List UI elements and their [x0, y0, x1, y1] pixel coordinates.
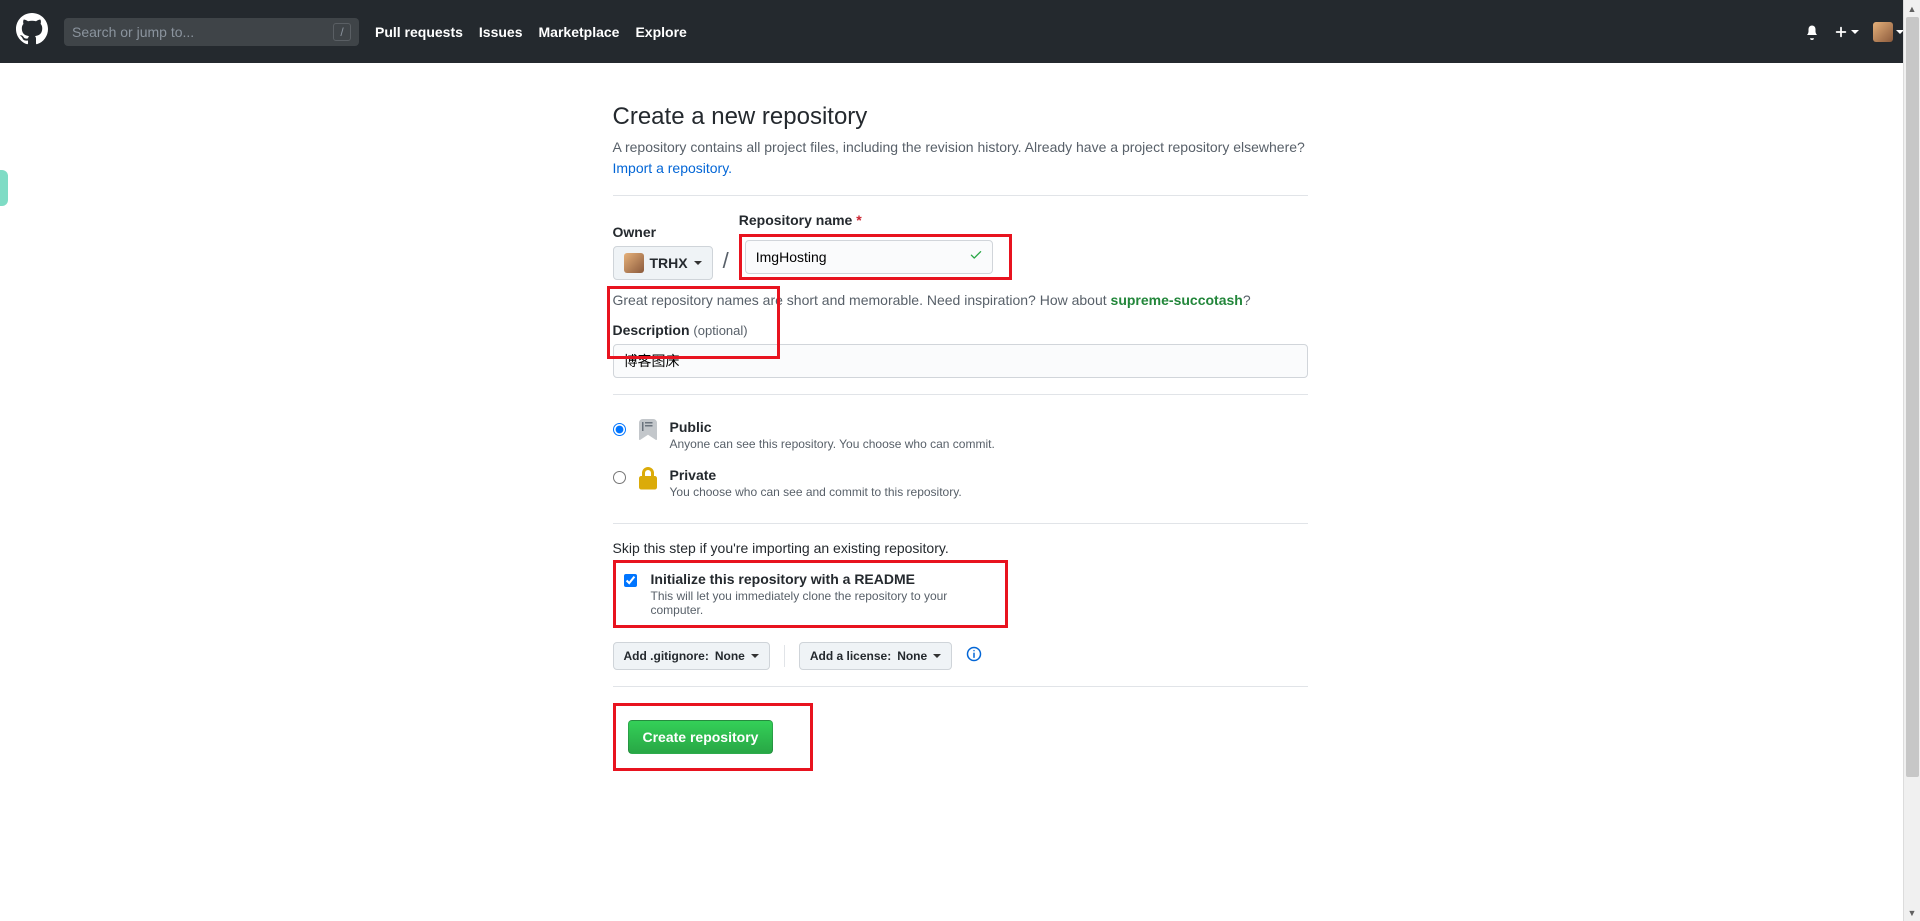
search-container[interactable]: / — [64, 18, 359, 46]
readme-row[interactable]: Initialize this repository with a README… — [624, 571, 997, 617]
import-repo-link[interactable]: Import a repository. — [613, 160, 733, 176]
desc-label-text: Description — [613, 322, 690, 338]
visibility-private-row[interactable]: Private You choose who can see and commi… — [613, 459, 1308, 507]
visibility-private-radio[interactable] — [613, 471, 626, 484]
lock-icon — [636, 467, 660, 496]
header-right — [1804, 22, 1904, 42]
add-license-button[interactable]: Add a license: None — [799, 642, 952, 670]
vertical-separator — [784, 645, 785, 667]
visibility-block: Public Anyone can see this repository. Y… — [613, 411, 1308, 507]
slash-shortcut-icon: / — [333, 23, 351, 41]
caret-down-icon — [1851, 30, 1859, 34]
scrollbar-thumb[interactable] — [1906, 17, 1919, 777]
visibility-private-text: Private You choose who can see and commi… — [670, 467, 962, 499]
create-new-dropdown[interactable] — [1834, 25, 1859, 39]
hint-pre: Great repository names are short and mem… — [613, 292, 1111, 308]
check-icon — [969, 248, 983, 267]
highlight-create-button: Create repository — [613, 703, 813, 771]
path-separator: / — [719, 248, 733, 280]
highlight-repo-name — [739, 234, 1012, 280]
owner-label: Owner — [613, 224, 713, 240]
divider — [613, 195, 1308, 196]
caret-down-icon — [933, 654, 941, 658]
repo-name-label: Repository name * — [739, 212, 1012, 228]
divider — [613, 686, 1308, 687]
description-input[interactable] — [613, 344, 1308, 378]
readme-text: Initialize this repository with a README… — [651, 571, 997, 617]
repo-name-field-group: Repository name * — [739, 212, 1012, 280]
repo-public-icon — [636, 419, 660, 448]
scroll-down-button[interactable]: ▼ — [1904, 904, 1920, 921]
search-input[interactable] — [72, 24, 333, 40]
left-edge-accent — [0, 170, 8, 206]
name-suggestion[interactable]: supreme-succotash — [1111, 292, 1243, 308]
description-block: Description (optional) — [613, 322, 1308, 378]
options-row: Add .gitignore: None Add a license: None — [613, 642, 1308, 670]
main-content: Create a new repository A repository con… — [613, 63, 1308, 831]
description-input-wrap: Description (optional) — [613, 322, 1308, 378]
owner-field: Owner TRHX — [613, 224, 713, 280]
owner-avatar — [624, 253, 644, 273]
scroll-up-button[interactable]: ▲ — [1904, 0, 1920, 17]
gitignore-value: None — [715, 649, 745, 663]
caret-down-icon — [751, 654, 759, 658]
global-header: / Pull requests Issues Marketplace Explo… — [0, 0, 1920, 63]
visibility-public-row[interactable]: Public Anyone can see this repository. Y… — [613, 411, 1308, 459]
github-logo-icon[interactable] — [16, 13, 48, 50]
owner-repo-line: Owner TRHX / Repository name * — [613, 212, 1308, 280]
visibility-public-title: Public — [670, 419, 995, 435]
owner-select-button[interactable]: TRHX — [613, 246, 713, 280]
name-hint: Great repository names are short and mem… — [613, 292, 1308, 308]
repo-name-input[interactable] — [745, 240, 993, 274]
page-title: Create a new repository — [613, 103, 1308, 131]
visibility-private-desc: You choose who can see and commit to thi… — [670, 485, 962, 499]
vertical-scrollbar[interactable]: ▲ ▼ — [1903, 0, 1920, 921]
description-label: Description (optional) — [613, 322, 1308, 338]
license-value: None — [897, 649, 927, 663]
top-nav: Pull requests Issues Marketplace Explore — [375, 24, 687, 40]
nav-marketplace[interactable]: Marketplace — [539, 24, 620, 40]
visibility-public-text: Public Anyone can see this repository. Y… — [670, 419, 995, 451]
caret-down-icon — [694, 261, 702, 265]
required-star-icon: * — [856, 212, 861, 228]
owner-name: TRHX — [650, 255, 688, 271]
nav-explore[interactable]: Explore — [635, 24, 686, 40]
avatar — [1873, 22, 1893, 42]
readme-desc: This will let you immediately clone the … — [651, 589, 997, 617]
page-subhead: A repository contains all project files,… — [613, 137, 1308, 179]
desc-optional-text: (optional) — [693, 323, 747, 338]
readme-title: Initialize this repository with a README — [651, 571, 997, 587]
visibility-public-radio[interactable] — [613, 423, 626, 436]
nav-issues[interactable]: Issues — [479, 24, 523, 40]
gitignore-label: Add .gitignore: — [624, 649, 709, 663]
divider — [613, 523, 1308, 524]
license-label: Add a license: — [810, 649, 891, 663]
user-menu[interactable] — [1873, 22, 1904, 42]
repo-name-label-text: Repository name — [739, 212, 853, 228]
notifications-icon[interactable] — [1804, 24, 1820, 40]
hint-post: ? — [1243, 292, 1251, 308]
repo-name-input-wrap — [745, 240, 993, 274]
divider — [613, 394, 1308, 395]
add-gitignore-button[interactable]: Add .gitignore: None — [613, 642, 770, 670]
nav-pull-requests[interactable]: Pull requests — [375, 24, 463, 40]
visibility-public-desc: Anyone can see this repository. You choo… — [670, 437, 995, 451]
create-repository-button[interactable]: Create repository — [628, 720, 774, 754]
skip-step-text: Skip this step if you're importing an ex… — [613, 540, 1308, 556]
init-readme-checkbox[interactable] — [624, 574, 637, 587]
visibility-private-title: Private — [670, 467, 962, 483]
subhead-text: A repository contains all project files,… — [613, 139, 1305, 155]
info-icon[interactable] — [966, 646, 982, 667]
highlight-readme: Initialize this repository with a README… — [613, 560, 1008, 628]
